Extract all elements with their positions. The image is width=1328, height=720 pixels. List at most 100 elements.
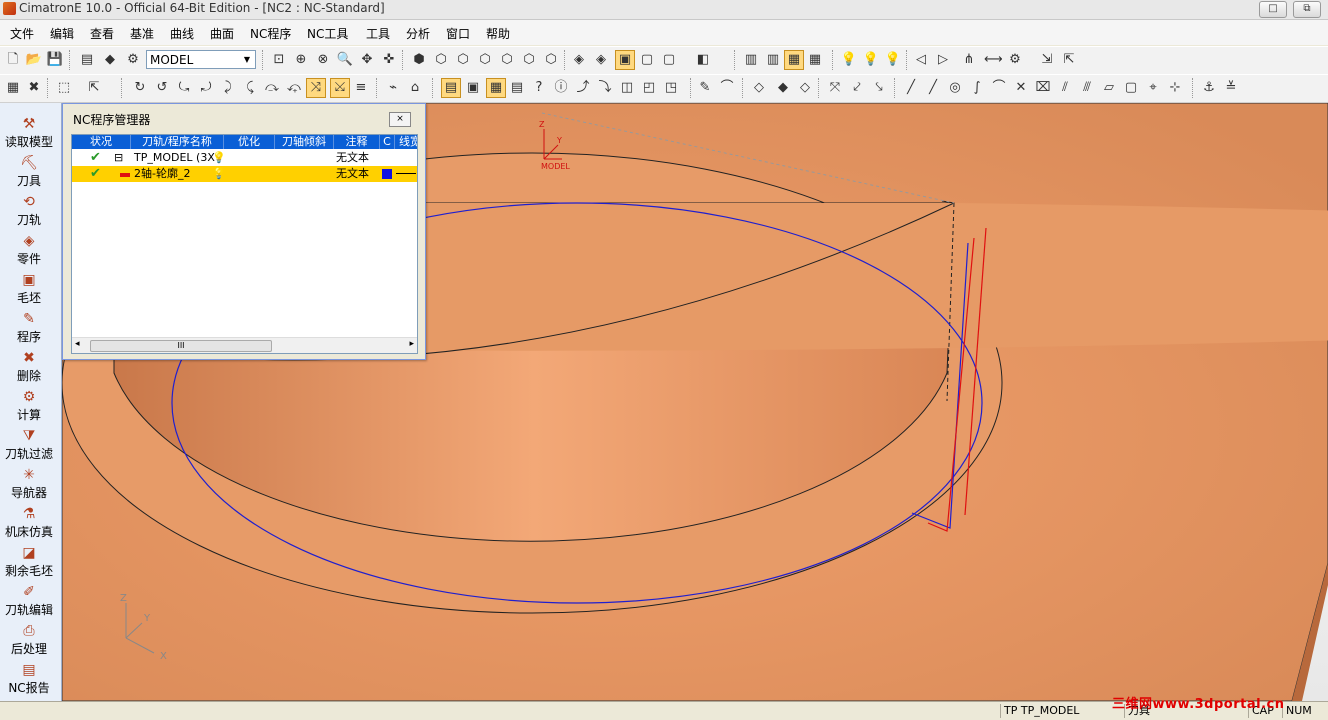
open-folder-icon[interactable]: 📂 (25, 51, 43, 69)
view-bottom-icon[interactable]: ⬡ (520, 51, 538, 69)
offset-icon[interactable]: ⫽ (1056, 79, 1074, 97)
curve-tool4-icon[interactable]: ⤾ (197, 79, 215, 97)
view-back-icon[interactable]: ⬡ (498, 51, 516, 69)
nc-table-icon[interactable]: ▦ (486, 78, 506, 98)
layer3-icon[interactable]: ▦ (784, 50, 804, 70)
circle-icon[interactable]: ◎ (946, 79, 964, 97)
menu-view[interactable]: 查看 (90, 25, 114, 42)
snap-icon[interactable]: ⊹ (1166, 79, 1184, 97)
menu-edit[interactable]: 编辑 (50, 25, 74, 42)
zoom-fit-icon[interactable]: ⊡ (270, 51, 288, 69)
transform2-icon[interactable]: ⤦ (848, 79, 866, 97)
left-tool-toolpath-edit[interactable]: ✐ 刀轨编辑 (0, 583, 58, 618)
print-icon[interactable]: ▤ (78, 51, 96, 69)
light-bulb-icon[interactable]: 💡 (212, 166, 226, 182)
light-bulb3-icon[interactable]: 💡 (884, 51, 902, 69)
settings-icon[interactable]: ⚙ (1006, 51, 1024, 69)
zoom-area-icon[interactable]: ⊗ (314, 51, 332, 69)
curve-tool-icon[interactable]: ↻ (131, 79, 149, 97)
save-icon[interactable]: 💾 (46, 51, 64, 69)
left-tool-read-model[interactable]: ⚒ 读取模型 (0, 115, 58, 150)
column-linewidth[interactable]: 线宽 (395, 135, 417, 149)
close-icon[interactable]: ⨯ (389, 112, 411, 127)
green-shape-icon[interactable]: ◆ (101, 51, 119, 69)
layer4-icon[interactable]: ▦ (806, 51, 824, 69)
export-icon[interactable]: ⇲ (1038, 51, 1056, 69)
curve-tool7-icon[interactable]: ⤼ (263, 79, 281, 97)
spline-icon[interactable]: ∫ (968, 79, 986, 97)
render-icon[interactable]: ◈ (570, 51, 588, 69)
left-tool-filter[interactable]: ⧩ 刀轨过滤 (0, 427, 58, 462)
transform3-icon[interactable]: ⤥ (870, 79, 888, 97)
menu-window[interactable]: 窗口 (446, 25, 470, 42)
sketch-icon[interactable]: ⌒ (718, 79, 736, 97)
select-filter-icon[interactable]: ⇱ (85, 79, 103, 97)
surface-icon[interactable]: ◇ (750, 79, 768, 97)
menu-file[interactable]: 文件 (10, 25, 34, 42)
display-mode-icon[interactable]: ◧ (694, 51, 712, 69)
view-front-icon[interactable]: ⬡ (432, 51, 450, 69)
nc-icon-b[interactable]: ⤵ (596, 79, 614, 97)
delete-red-icon[interactable]: ✖ (25, 79, 43, 97)
table-row-selected[interactable]: ✔ 2轴-轮廓_2 💡 无文本 (72, 166, 417, 182)
render2-icon[interactable]: ◈ (592, 51, 610, 69)
menu-nc-tools[interactable]: NC工具 (307, 25, 348, 42)
left-tool-remaining-stock[interactable]: ◪ 剩余毛坯 (0, 544, 58, 579)
scroll-right-icon[interactable]: ▸ (409, 339, 414, 349)
select-pointer-icon[interactable]: ⬚ (55, 79, 73, 97)
edit-icon[interactable]: ✎ (696, 79, 714, 97)
forward-arrow-icon[interactable]: ▷ (934, 51, 952, 69)
color-icon[interactable]: ≚ (1222, 79, 1240, 97)
column-comment[interactable]: 注释 (334, 135, 380, 149)
column-optimize[interactable]: 优化 (224, 135, 275, 149)
menu-curve[interactable]: 曲线 (170, 25, 194, 42)
left-tool-machine-sim[interactable]: ⚗ 机床仿真 (0, 505, 58, 540)
chevron-down-icon[interactable]: ▼ (240, 52, 254, 67)
left-tool-delete[interactable]: ✖ 删除 (0, 349, 58, 384)
toolpath-show2-icon[interactable]: ⤩ (330, 78, 350, 98)
rect-icon[interactable]: ▱ (1100, 79, 1118, 97)
line-icon[interactable]: ╱ (902, 79, 920, 97)
measure-icon[interactable]: ⟷ (984, 51, 1003, 69)
line2-icon[interactable]: ╱ (924, 79, 942, 97)
transform-icon[interactable]: ⤧ (826, 79, 844, 97)
nc-op-icon[interactable]: ⌁ (384, 79, 402, 97)
curve-tool2-icon[interactable]: ↺ (153, 79, 171, 97)
curve-tool6-icon[interactable]: ⤹ (241, 79, 259, 97)
nc-manager-icon[interactable]: ▤ (441, 78, 461, 98)
column-c[interactable]: C (380, 135, 395, 149)
view-top-icon[interactable]: ⬡ (454, 51, 472, 69)
model-select-icon[interactable]: ⚙ (124, 51, 142, 69)
restore-button[interactable]: □ (1259, 1, 1287, 18)
nc-icon-a[interactable]: ⤴ (574, 79, 592, 97)
shaded-icon[interactable]: ▣ (615, 50, 635, 70)
cross-icon[interactable]: ✕ (1012, 79, 1030, 97)
xyz-icon[interactable]: ⌖ (1144, 79, 1162, 97)
left-tool-post-process[interactable]: ⎙ 后处理 (0, 622, 58, 657)
pan-icon[interactable]: ✥ (358, 51, 376, 69)
horizontal-scrollbar[interactable]: ◂ III ▸ (72, 337, 417, 353)
scroll-thumb[interactable]: III (90, 340, 272, 352)
color-swatch[interactable] (382, 169, 392, 179)
column-name[interactable]: 刀轨/程序名称 (131, 135, 224, 149)
back-arrow-icon[interactable]: ◁ (912, 51, 930, 69)
arc-icon[interactable]: ⌒ (990, 79, 1008, 97)
menu-nc-program[interactable]: NC程序 (250, 25, 291, 42)
maximize-button[interactable]: ⧉ (1293, 1, 1321, 18)
left-tool-cutter[interactable]: ⛏ 刀具 (0, 154, 58, 189)
nc-part-icon[interactable]: ▦ (4, 79, 22, 97)
curve-tool3-icon[interactable]: ⤿ (175, 79, 193, 97)
trim-icon[interactable]: ⌧ (1034, 79, 1052, 97)
box-icon[interactable]: ▢ (1122, 79, 1140, 97)
nc-view-icon[interactable]: ▣ (464, 79, 482, 97)
column-status[interactable]: 状况 (72, 135, 131, 149)
menu-help[interactable]: 帮助 (486, 25, 510, 42)
scroll-left-icon[interactable]: ◂ (75, 339, 80, 349)
toolpath-show-icon[interactable]: ⤨ (306, 78, 326, 98)
nc-icon-c[interactable]: ◫ (618, 79, 636, 97)
light-bulb-icon[interactable]: 💡 (840, 51, 858, 69)
left-tool-part[interactable]: ◈ 零件 (0, 232, 58, 267)
menu-datum[interactable]: 基准 (130, 25, 154, 42)
left-tool-nc-report[interactable]: ▤ NC报告 (0, 661, 58, 696)
menu-analysis[interactable]: 分析 (406, 25, 430, 42)
